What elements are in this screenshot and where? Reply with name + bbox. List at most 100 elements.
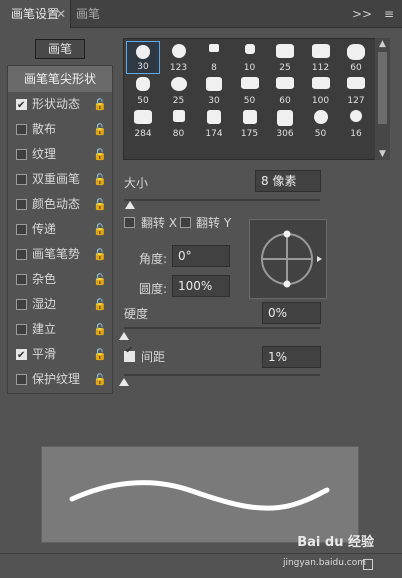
spacing-checkbox[interactable] [124, 345, 135, 362]
brush-tip-cell[interactable]: 112 [304, 41, 338, 74]
flip-x-checkbox[interactable] [124, 217, 135, 228]
brush-tip-cell[interactable]: 174 [197, 107, 231, 140]
list-item-checkbox[interactable] [16, 274, 27, 285]
list-item[interactable]: 散布 🔓 [8, 117, 112, 142]
list-item[interactable]: 传递 🔓 [8, 217, 112, 242]
flip-y-checkbox[interactable] [180, 217, 191, 228]
list-item-brush-tip-shape[interactable]: 画笔笔尖形状 [8, 66, 112, 92]
lock-icon[interactable]: 🔓 [93, 367, 107, 392]
list-item-checkbox[interactable] [16, 324, 27, 335]
brush-tip-cell[interactable]: 8 [197, 41, 231, 74]
spacing-field[interactable]: 1% [262, 346, 321, 368]
size-slider-track[interactable] [124, 199, 320, 201]
list-item[interactable]: 建立 🔓 [8, 317, 112, 342]
lock-icon[interactable]: 🔓 [93, 117, 107, 142]
brush-tip-size: 30 [208, 96, 220, 106]
list-item-checkbox[interactable] [16, 249, 27, 260]
list-item-checkbox[interactable] [16, 224, 27, 235]
scrollbar-thumb[interactable] [378, 52, 387, 124]
brush-tip-cell[interactable]: 25 [162, 74, 196, 107]
lock-icon[interactable]: 🔓 [93, 142, 107, 167]
close-icon[interactable]: ✕ [56, 0, 66, 28]
brush-tip-cell[interactable]: 25 [268, 41, 302, 74]
brush-tip-cell[interactable]: 30 [126, 41, 160, 74]
list-item[interactable]: 保护纹理 🔓 [8, 367, 112, 392]
list-item-label: 画笔笔势 [32, 247, 81, 261]
hardness-slider-thumb[interactable] [119, 332, 129, 340]
size-field[interactable]: 8 像素 [255, 170, 321, 192]
tab-brush-settings[interactable]: 画笔设置 ✕ [0, 0, 71, 28]
roundness-field[interactable]: 100% [172, 275, 230, 297]
chevron-down-icon[interactable]: ▼ [375, 149, 390, 159]
brush-tip-cell[interactable]: 30 [197, 74, 231, 107]
brush-tip-size: 10 [243, 63, 256, 73]
list-item[interactable]: 双重画笔 🔓 [8, 167, 112, 192]
lock-icon[interactable]: 🔓 [93, 317, 107, 342]
brush-tip-cell[interactable]: 80 [162, 107, 196, 140]
list-item[interactable]: 形状动态 🔓 [8, 92, 112, 118]
lock-icon[interactable]: 🔓 [93, 217, 107, 242]
spacing-label: 间距 [141, 350, 166, 364]
brush-tip-preview [136, 77, 150, 91]
list-item-label: 保护纹理 [32, 372, 81, 386]
list-item-checkbox[interactable] [16, 93, 27, 118]
brush-tip-cell[interactable]: 284 [126, 107, 160, 140]
list-item-checkbox[interactable] [16, 124, 27, 135]
brush-tip-cell[interactable]: 175 [233, 107, 267, 140]
list-item[interactable]: 纹理 🔓 [8, 142, 112, 167]
list-item[interactable]: 湿边 🔓 [8, 292, 112, 317]
brush-tip-size: 123 [169, 63, 188, 73]
lock-icon[interactable]: 🔓 [93, 267, 107, 292]
brush-tip-preview [347, 44, 365, 60]
brush-tip-cell[interactable]: 60 [339, 41, 373, 74]
lock-icon[interactable]: 🔓 [93, 342, 107, 367]
angle-roundness-widget[interactable] [249, 219, 327, 299]
list-item[interactable]: 颜色动态 🔓 [8, 192, 112, 217]
lock-icon[interactable]: 🔓 [93, 192, 107, 217]
spacing-slider-track[interactable] [124, 374, 320, 376]
list-item-checkbox[interactable] [16, 149, 27, 160]
brush-tip-size: 60 [279, 96, 291, 106]
tab-brushes[interactable]: 画笔 [76, 0, 100, 28]
stroke-preview-curve [69, 480, 330, 511]
chevron-up-icon[interactable]: ▲ [375, 39, 390, 49]
list-item[interactable]: 平滑 🔓 [8, 342, 112, 368]
tab-bar: 画笔设置 ✕ 画笔 >> ≡ [0, 0, 402, 28]
list-item-label: 杂色 [32, 272, 57, 286]
create-new-icon[interactable] [363, 559, 373, 570]
brush-presets-button[interactable]: 画笔 [35, 39, 85, 59]
list-item-checkbox[interactable] [16, 343, 27, 368]
list-item-checkbox[interactable] [16, 199, 27, 210]
list-item[interactable]: 杂色 🔓 [8, 267, 112, 292]
lock-icon[interactable]: 🔓 [93, 92, 107, 117]
list-item-label: 双重画笔 [32, 172, 81, 186]
brush-grid-scrollbar[interactable]: ▲ ▼ [375, 38, 390, 160]
angle-field[interactable]: 0° [172, 245, 230, 267]
brush-tip-preview [134, 110, 152, 124]
lock-icon[interactable]: 🔓 [93, 292, 107, 317]
menu-icon[interactable]: ≡ [384, 7, 394, 21]
collapse-icon[interactable]: >> [352, 7, 372, 21]
brush-tip-cell[interactable]: 50 [126, 74, 160, 107]
list-item[interactable]: 画笔笔势 🔓 [8, 242, 112, 267]
list-item-checkbox[interactable] [16, 374, 27, 385]
brush-tip-cell[interactable]: 60 [268, 74, 302, 107]
brush-tip-cell[interactable]: 50 [304, 107, 338, 140]
brush-tip-cell[interactable]: 100 [304, 74, 338, 107]
hardness-label: 硬度 [124, 307, 149, 321]
brush-tip-cell[interactable]: 123 [162, 41, 196, 74]
list-item-checkbox[interactable] [16, 174, 27, 185]
brush-tip-cell[interactable]: 127 [339, 74, 373, 107]
brush-tip-cell[interactable]: 50 [233, 74, 267, 107]
size-label: 大小 [124, 176, 149, 190]
hardness-slider-track[interactable] [124, 327, 320, 329]
lock-icon[interactable]: 🔓 [93, 242, 107, 267]
hardness-field[interactable]: 0% [262, 302, 321, 324]
brush-tip-cell[interactable]: 16 [339, 107, 373, 140]
size-slider-thumb[interactable] [125, 201, 135, 209]
brush-tip-cell[interactable]: 10 [233, 41, 267, 74]
spacing-slider-thumb[interactable] [119, 378, 129, 386]
lock-icon[interactable]: 🔓 [93, 167, 107, 192]
brush-tip-cell[interactable]: 306 [268, 107, 302, 140]
list-item-checkbox[interactable] [16, 299, 27, 310]
